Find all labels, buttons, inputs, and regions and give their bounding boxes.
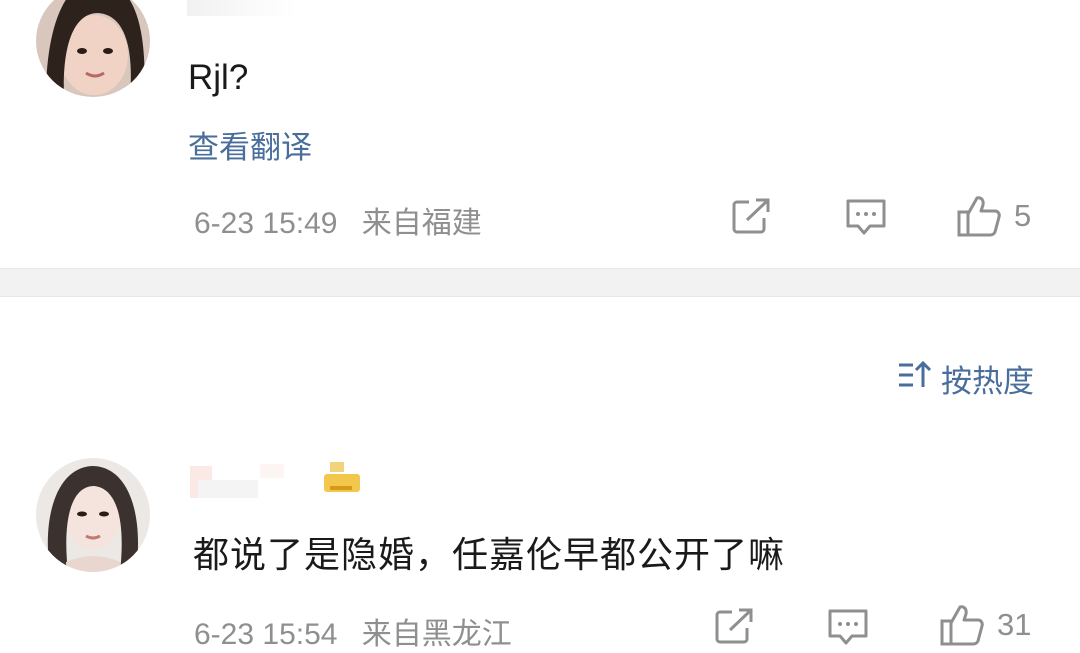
share-icon [714,606,756,646]
like-button[interactable]: 5 [956,194,1031,238]
share-icon [731,196,773,236]
comment-card-top: Rjl? 查看翻译 6-23 15:49 来自福建 5 [0,0,1080,268]
timestamp: 6-23 15:54 [194,618,338,651]
section-divider [0,268,1080,297]
avatar[interactable] [36,458,150,572]
like-count: 31 [997,607,1032,642]
sort-icon [897,359,941,399]
avatar[interactable] [36,0,150,97]
username-obscured [187,0,399,16]
sort-by-hot-button[interactable]: 按热度 [897,356,1034,401]
timestamp: 6-23 15:49 [194,207,338,240]
like-count: 5 [1014,198,1032,233]
thumbs-up-icon [956,194,1002,238]
location: 来自黑龙江 [361,618,512,651]
comment-icon [827,606,869,646]
reply-button[interactable] [845,196,887,236]
comment-icon [845,196,887,236]
share-button[interactable] [731,196,773,236]
comment-meta: 6-23 15:54 来自黑龙江 [194,609,512,653]
reply-button[interactable] [827,606,869,646]
comment-text: Rjl? [188,58,249,97]
username-obscured [190,460,370,500]
like-button[interactable]: 31 [939,603,1031,647]
comment-text: 都说了是隐婚，任嘉伦早都公开了嘛 [193,535,786,576]
view-translation-link[interactable]: 查看翻译 [188,122,312,167]
share-button[interactable] [714,606,756,646]
sort-label: 按热度 [941,364,1034,400]
location: 来自福建 [361,207,482,240]
thumbs-up-icon [939,603,985,647]
comment-meta: 6-23 15:49 来自福建 [194,198,482,242]
